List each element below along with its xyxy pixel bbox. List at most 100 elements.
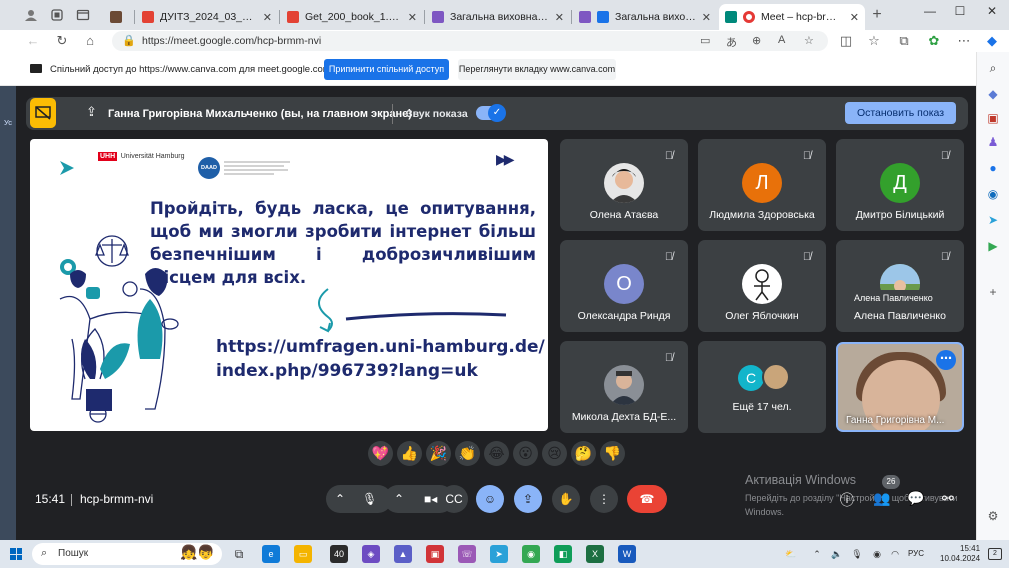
add-icon[interactable]: +: [985, 284, 1001, 300]
tab-vykhovna-1[interactable]: Загальна виховна година на ✕: [426, 4, 570, 30]
app-icon[interactable]: ◧: [554, 545, 572, 563]
chrome-app-icon[interactable]: ◉: [522, 545, 540, 563]
copilot-icon[interactable]: ◆: [984, 33, 1000, 49]
tab-ductz[interactable]: ДУІТЗ_2024_03_22_Інформ_л ✕: [136, 4, 278, 30]
reaction-surprised[interactable]: 😮: [513, 441, 538, 466]
favorite-star-icon[interactable]: ☆: [804, 34, 814, 47]
participant-tile[interactable]: 🎙̸ Олена Атаєва: [560, 139, 688, 231]
more-options-button[interactable]: ⋮: [590, 485, 618, 513]
split-screen-icon[interactable]: ◫: [838, 33, 854, 49]
tab-get-book[interactable]: Get_200_book_1.pdf ✕: [281, 4, 423, 30]
reaction-heart[interactable]: 💖: [368, 441, 393, 466]
person-icon[interactable]: ♟: [985, 134, 1001, 150]
reaction-thumbs-up[interactable]: 👍: [397, 441, 422, 466]
network-icon[interactable]: ◉: [868, 545, 886, 563]
mic-icon[interactable]: 🎙: [362, 485, 377, 513]
participant-tile[interactable]: 🎙̸ Алена Павличенко: [836, 240, 964, 332]
chat-icon[interactable]: 💬: [907, 490, 924, 507]
home-icon[interactable]: ⌂: [82, 33, 98, 49]
close-icon[interactable]: ✕: [555, 11, 564, 24]
word-app-icon[interactable]: W: [618, 545, 636, 563]
participant-tile[interactable]: 🎙̸ Д Дмитро Білицький: [836, 139, 964, 231]
translate-icon[interactable]: あ: [726, 34, 737, 50]
reaction-party[interactable]: 🎉: [426, 441, 451, 466]
tab-pinned[interactable]: [104, 4, 134, 30]
reactions-button[interactable]: ☺: [476, 485, 504, 513]
share-audio-toggle[interactable]: ✓: [476, 104, 506, 122]
more-options-icon[interactable]: ⋯: [936, 350, 956, 370]
meet-sidebar-icon[interactable]: ▶: [985, 238, 1001, 254]
reaction-sad[interactable]: 😢: [542, 441, 567, 466]
participant-tile[interactable]: 🎙̸ Олег Яблочкин: [698, 240, 826, 332]
taskbar-clock[interactable]: 15:41 10.04.2024: [940, 544, 980, 564]
minimize-icon[interactable]: —: [915, 4, 945, 22]
video-camera-icon[interactable]: ■◂: [424, 485, 437, 513]
stop-sharing-button[interactable]: Припинити спільний доступ: [324, 59, 449, 80]
viber-app-icon[interactable]: ☏: [458, 545, 476, 563]
task-view-icon[interactable]: ⧉: [230, 545, 248, 563]
mic-control[interactable]: ⌃ 🎙: [326, 485, 392, 513]
raise-hand-button[interactable]: ✋: [552, 485, 580, 513]
close-icon[interactable]: ✕: [263, 11, 272, 24]
volume-icon[interactable]: 🔈: [828, 545, 846, 563]
tab-vykhovna-2[interactable]: Загальна виховна годин ✕: [573, 4, 717, 30]
camera-icon[interactable]: ▭: [700, 34, 710, 47]
people-icon[interactable]: 👥: [873, 490, 890, 507]
windows-start-icon[interactable]: [10, 548, 22, 560]
copilot-app-icon[interactable]: ▲: [394, 545, 412, 563]
survey-link[interactable]: https://umfragen.uni-hamburg.de/index.ph…: [216, 335, 546, 383]
profile-icon[interactable]: [22, 6, 40, 24]
edge-app-icon[interactable]: e: [262, 545, 280, 563]
search-icon[interactable]: ⌕: [985, 60, 1001, 76]
zoom-icon[interactable]: ⊕: [752, 34, 761, 47]
copilot-sidebar-icon[interactable]: ●: [985, 160, 1001, 176]
app-40-icon[interactable]: 40: [330, 545, 348, 563]
reaction-clap[interactable]: 👏: [455, 441, 480, 466]
outlook-icon[interactable]: ◉: [985, 186, 1001, 202]
telegram-app-icon[interactable]: ➤: [490, 545, 508, 563]
favorites-icon[interactable]: ☆: [866, 33, 882, 49]
reaction-thinking[interactable]: 🤔: [571, 441, 596, 466]
maximize-icon[interactable]: ☐: [945, 4, 975, 22]
collections-icon[interactable]: ⧉: [896, 33, 912, 49]
participant-tile[interactable]: 🎙̸ О Олександра Риндя: [560, 240, 688, 332]
close-icon[interactable]: ✕: [408, 11, 417, 24]
reaction-thumbs-down[interactable]: 👎: [600, 441, 625, 466]
tray-chevron-icon[interactable]: ⌃: [808, 545, 826, 563]
participant-tile[interactable]: 🎙̸ Л Людмила Здоровська: [698, 139, 826, 231]
captions-button[interactable]: CC: [440, 485, 468, 513]
chevron-up-icon[interactable]: ⌃: [394, 485, 404, 513]
switch-tab-button[interactable]: Переглянути вкладку www.canva.com: [458, 59, 616, 80]
mic-tray-icon[interactable]: 🎙: [848, 545, 866, 563]
read-aloud-icon[interactable]: A: [778, 34, 785, 46]
self-video-tile[interactable]: ⋯ Ганна Григорівна М...: [836, 342, 964, 432]
present-button[interactable]: ⇪: [514, 485, 542, 513]
settings-icon[interactable]: ⚙: [985, 508, 1001, 524]
send-icon[interactable]: ➤: [985, 212, 1001, 228]
weather-icon[interactable]: ⛅: [782, 545, 800, 563]
toolbox-icon[interactable]: ▣: [985, 110, 1001, 126]
notification-icon[interactable]: 2: [988, 548, 1002, 560]
workspaces-icon[interactable]: [48, 6, 66, 24]
tab-meet[interactable]: Meet – hcp-brmm-nvi ✕: [719, 4, 865, 30]
file-explorer-icon[interactable]: ▭: [294, 545, 312, 563]
back-icon[interactable]: ←: [25, 33, 41, 49]
activities-icon[interactable]: ⚯: [942, 490, 954, 507]
stop-presenting-button[interactable]: Остановить показ: [845, 102, 956, 124]
store-app-icon[interactable]: ▣: [426, 545, 444, 563]
taskbar-search[interactable]: ⌕ Пошук 👧👦: [32, 543, 222, 565]
reload-icon[interactable]: ↻: [54, 33, 70, 49]
new-tab-icon[interactable]: +: [868, 6, 886, 24]
language-indicator[interactable]: РУС: [908, 549, 924, 558]
chevron-up-icon[interactable]: ⌃: [335, 485, 345, 513]
more-participants-tile[interactable]: С Ещё 17 чел.: [698, 341, 826, 433]
url-field[interactable]: 🔒 https://meet.google.com/hcp-brmm-nvi ▭…: [112, 31, 828, 51]
reaction-laugh[interactable]: 😂: [484, 441, 509, 466]
close-icon[interactable]: ✕: [702, 11, 711, 24]
lock-icon[interactable]: 🔒: [122, 34, 136, 47]
extensions-icon[interactable]: ✿: [926, 33, 942, 49]
more-icon[interactable]: ⋯: [956, 33, 972, 49]
participant-tile[interactable]: 🎙̸ Микола Дехта БД-Е...: [560, 341, 688, 433]
leave-call-button[interactable]: ☎: [627, 485, 667, 513]
tag-icon[interactable]: ◆: [985, 86, 1001, 102]
